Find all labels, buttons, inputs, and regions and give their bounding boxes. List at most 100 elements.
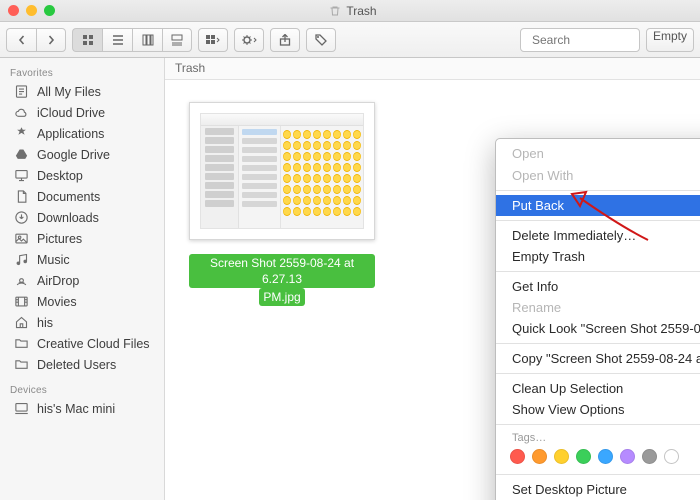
ctx-set-desktop[interactable]: Set Desktop Picture <box>496 479 700 500</box>
documents-icon <box>14 189 29 204</box>
trash-icon <box>329 5 341 17</box>
file-thumbnail[interactable] <box>189 102 375 240</box>
view-list-button[interactable] <box>102 28 132 52</box>
sidebar-item-his[interactable]: his <box>0 312 164 333</box>
sidebar-item-label: Google Drive <box>37 148 110 162</box>
ctx-delete-immediately[interactable]: Delete Immediately… <box>496 225 700 246</box>
ctx-open-with: Open With▸ <box>496 164 700 186</box>
file-name-line1: Screen Shot 2559-08-24 at 6.27.13 <box>189 254 375 288</box>
desktop-icon <box>14 168 29 183</box>
sidebar-item-label: All My Files <box>37 85 101 99</box>
arrange-menu-button[interactable] <box>198 28 228 52</box>
ctx-separator <box>496 424 700 425</box>
movies-icon <box>14 294 29 309</box>
tag-color-dot[interactable] <box>620 449 635 464</box>
ctx-separator <box>496 373 700 374</box>
share-button[interactable] <box>270 28 300 52</box>
tag-color-dot[interactable] <box>576 449 591 464</box>
all-files-icon <box>14 84 29 99</box>
arrange-icon <box>206 35 220 45</box>
chevron-right-icon <box>46 35 56 45</box>
sidebar-item-applications[interactable]: Applications <box>0 123 164 144</box>
coverflow-icon <box>171 34 183 46</box>
ctx-separator <box>496 271 700 272</box>
window-minimize-button[interactable] <box>26 5 37 16</box>
tag-color-dot[interactable] <box>510 449 525 464</box>
window-title-text: Trash <box>346 4 376 18</box>
ctx-clean-up[interactable]: Clean Up Selection <box>496 378 700 399</box>
airdrop-icon <box>14 273 29 288</box>
sidebar-item-label: Documents <box>37 190 100 204</box>
context-menu: Open Open With▸ Put Back Delete Immediat… <box>495 138 700 500</box>
action-menu-button[interactable] <box>234 28 264 52</box>
sidebar-item-downloads[interactable]: Downloads <box>0 207 164 228</box>
ctx-put-back[interactable]: Put Back <box>496 195 700 216</box>
window-titlebar: Trash <box>0 0 700 22</box>
ctx-get-info[interactable]: Get Info <box>496 276 700 297</box>
chevron-left-icon <box>17 35 27 45</box>
window-close-button[interactable] <box>8 5 19 16</box>
sidebar-item-documents[interactable]: Documents <box>0 186 164 207</box>
ctx-view-options[interactable]: Show View Options <box>496 399 700 420</box>
sidebar-item-google-drive[interactable]: Google Drive <box>0 144 164 165</box>
sidebar-item-label: Pictures <box>37 232 82 246</box>
tag-icon <box>315 34 327 46</box>
sidebar-item-label: his <box>37 316 53 330</box>
ctx-open: Open <box>496 143 700 164</box>
search-field[interactable] <box>520 28 640 52</box>
list-icon <box>112 34 124 46</box>
cloud-icon <box>14 105 29 120</box>
tag-color-dot[interactable] <box>554 449 569 464</box>
sidebar-item-label: Movies <box>37 295 77 309</box>
ctx-separator <box>496 474 700 475</box>
sidebar-section-favorites: Favorites <box>0 64 164 81</box>
sidebar-item-label: AirDrop <box>37 274 79 288</box>
ctx-quick-look[interactable]: Quick Look "Screen Shot 2559-08-24 at 6.… <box>496 318 700 339</box>
sidebar: Favorites All My Files iCloud Drive Applic… <box>0 58 165 500</box>
sidebar-item-label: Applications <box>37 127 104 141</box>
sidebar-item-label: Desktop <box>37 169 83 183</box>
file-name-line2: PM.jpg <box>259 288 304 306</box>
sidebar-item-label: Music <box>37 253 70 267</box>
sidebar-item-all-my-files[interactable]: All My Files <box>0 81 164 102</box>
sidebar-item-deleted-users[interactable]: Deleted Users <box>0 354 164 375</box>
sidebar-item-label: Deleted Users <box>37 358 116 372</box>
sidebar-item-label: Creative Cloud Files <box>37 337 150 351</box>
sidebar-item-label: his's Mac mini <box>37 402 115 416</box>
tags-button[interactable] <box>306 28 336 52</box>
sidebar-item-music[interactable]: Music <box>0 249 164 270</box>
tag-add-button[interactable] <box>664 449 679 464</box>
ctx-separator <box>496 220 700 221</box>
sidebar-item-icloud-drive[interactable]: iCloud Drive <box>0 102 164 123</box>
grid-icon <box>82 34 94 46</box>
ctx-empty-trash[interactable]: Empty Trash <box>496 246 700 267</box>
nav-forward-button[interactable] <box>36 28 66 52</box>
sidebar-item-airdrop[interactable]: AirDrop <box>0 270 164 291</box>
file-name-label[interactable]: Screen Shot 2559-08-24 at 6.27.13 PM.jpg <box>189 254 375 306</box>
sidebar-item-creative-cloud-files[interactable]: Creative Cloud Files <box>0 333 164 354</box>
sidebar-section-devices: Devices <box>0 381 164 398</box>
view-icons-button[interactable] <box>72 28 102 52</box>
folder-icon <box>14 357 29 372</box>
pictures-icon <box>14 231 29 246</box>
view-columns-button[interactable] <box>132 28 162 52</box>
window-zoom-button[interactable] <box>44 5 55 16</box>
ctx-copy[interactable]: Copy "Screen Shot 2559-08-24 at 6.27.13 … <box>496 348 700 369</box>
nav-back-button[interactable] <box>6 28 36 52</box>
tag-color-dot[interactable] <box>598 449 613 464</box>
ctx-rename: Rename <box>496 297 700 318</box>
content-area[interactable]: Trash Screen Shot 2559-08-24 at 6.27.13 … <box>165 58 700 500</box>
computer-icon <box>14 401 29 416</box>
sidebar-item-his-s-mac-mini[interactable]: his's Mac mini <box>0 398 164 419</box>
tag-color-dot[interactable] <box>642 449 657 464</box>
view-gallery-button[interactable] <box>162 28 192 52</box>
sidebar-item-desktop[interactable]: Desktop <box>0 165 164 186</box>
ctx-separator <box>496 190 700 191</box>
sidebar-item-movies[interactable]: Movies <box>0 291 164 312</box>
tag-color-dot[interactable] <box>532 449 547 464</box>
window-title: Trash <box>62 4 644 18</box>
sidebar-item-pictures[interactable]: Pictures <box>0 228 164 249</box>
columns-icon <box>142 34 154 46</box>
downloads-icon <box>14 210 29 225</box>
empty-trash-button[interactable]: Empty <box>646 28 694 52</box>
